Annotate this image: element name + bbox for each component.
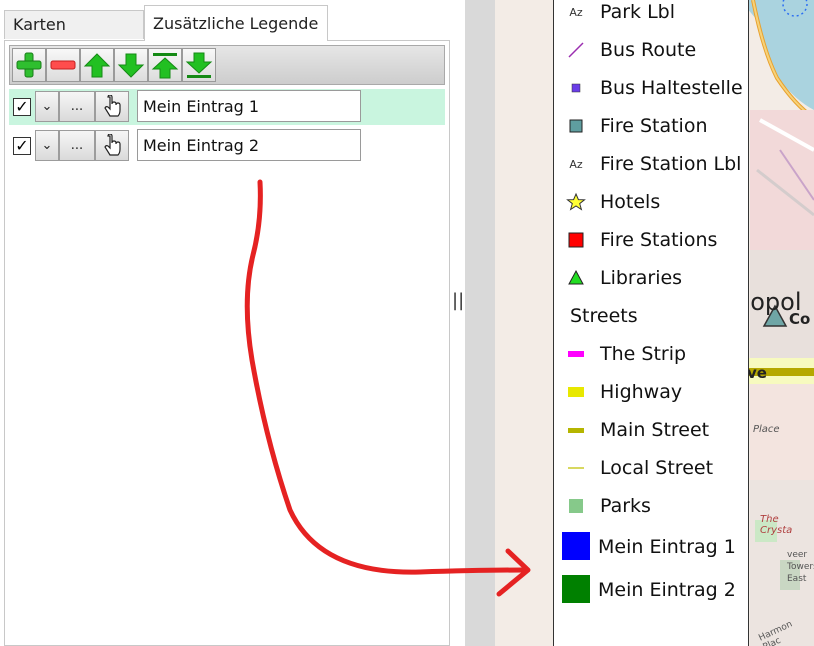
line-swatch-icon bbox=[564, 344, 588, 364]
entry-dropdown-button[interactable]: ⌄ bbox=[35, 91, 59, 122]
legend-item-label: Mein Eintrag 1 bbox=[598, 536, 736, 558]
legend-item-label: Bus Route bbox=[600, 39, 697, 61]
map-label: Towers bbox=[787, 562, 814, 572]
legend-custom-item: Mein Eintrag 2 bbox=[554, 571, 748, 609]
legend-entry-row[interactable]: ✓ ⌄ ... bbox=[9, 128, 445, 164]
legend-item: Az Fire Station Lbl bbox=[554, 145, 748, 183]
square-icon bbox=[564, 230, 588, 250]
star-icon bbox=[564, 192, 588, 212]
map-label: The Crysta bbox=[760, 514, 793, 536]
map-legend: Az Park Lbl Bus Route Bus Haltestelle Fi… bbox=[553, 0, 749, 646]
legend-item-label: Parks bbox=[600, 495, 651, 517]
line-icon bbox=[564, 40, 588, 60]
map-label: East bbox=[787, 574, 807, 584]
legend-item: Bus Route bbox=[554, 31, 748, 69]
legend-item-label: Mein Eintrag 2 bbox=[598, 579, 736, 601]
move-up-icon bbox=[83, 53, 111, 78]
visible-checkbox[interactable]: ✓ bbox=[13, 137, 31, 155]
move-bottom-button[interactable] bbox=[182, 48, 216, 82]
move-top-icon bbox=[151, 53, 179, 79]
legend-item: Fire Stations bbox=[554, 221, 748, 259]
legend-entry-row[interactable]: ✓ ⌄ ... bbox=[9, 89, 445, 125]
line-swatch-icon bbox=[564, 420, 588, 440]
square-icon bbox=[564, 78, 588, 98]
legend-item-label: Fire Stations bbox=[600, 229, 718, 251]
text-label-icon: Az bbox=[569, 5, 583, 19]
remove-button[interactable] bbox=[46, 48, 80, 82]
move-up-button[interactable] bbox=[80, 48, 114, 82]
splitter-grip-icon[interactable]: || bbox=[452, 290, 464, 311]
entry-dropdown-button[interactable]: ⌄ bbox=[35, 130, 59, 161]
legend-item: Bus Haltestelle bbox=[554, 69, 748, 107]
entry-pick-button[interactable] bbox=[95, 130, 129, 161]
legend-item-label: Local Street bbox=[600, 457, 714, 479]
legend-item-label: Fire Station Lbl bbox=[600, 153, 742, 175]
legend-item: Parks bbox=[554, 487, 748, 525]
legend-item: Az Park Lbl bbox=[554, 0, 748, 31]
toolbar bbox=[9, 45, 445, 85]
move-down-icon bbox=[117, 53, 145, 78]
legend-item: Hotels bbox=[554, 183, 748, 221]
line-swatch-icon bbox=[564, 458, 588, 478]
add-button[interactable] bbox=[12, 48, 46, 82]
legend-item: Libraries bbox=[554, 259, 748, 297]
entry-options-button[interactable]: ... bbox=[59, 91, 95, 122]
legend-item-label: Libraries bbox=[600, 267, 683, 289]
legend-item: Highway bbox=[554, 373, 748, 411]
tab-content: ✓ ⌄ ... ✓ ⌄ ... bbox=[4, 40, 450, 646]
legend-item-label: The Strip bbox=[600, 343, 687, 365]
visible-checkbox[interactable]: ✓ bbox=[13, 98, 31, 116]
move-down-button[interactable] bbox=[114, 48, 148, 82]
legend-group-header: Streets bbox=[554, 297, 748, 335]
color-swatch-icon bbox=[562, 575, 590, 603]
legend-item-label: Bus Haltestelle bbox=[600, 77, 743, 99]
tab-strip: Karten Legende Zusätzliche Legende bbox=[0, 0, 465, 62]
map-label: ve bbox=[747, 364, 767, 382]
color-swatch-icon bbox=[562, 532, 590, 560]
map-label: veer bbox=[787, 550, 808, 560]
legend-item-label: Highway bbox=[600, 381, 683, 403]
streets-header: Streets bbox=[570, 305, 638, 327]
legend-item: The Strip bbox=[554, 335, 748, 373]
entry-pick-button[interactable] bbox=[95, 91, 129, 122]
tab-zusaetzliche-legende[interactable]: Zusätzliche Legende bbox=[144, 5, 328, 41]
text-label-icon: Az bbox=[569, 157, 583, 171]
line-swatch-icon bbox=[564, 382, 588, 402]
legend-item-label: Fire Station bbox=[600, 115, 708, 137]
map-label: Co bbox=[789, 310, 811, 328]
legend-item-label: Park Lbl bbox=[600, 1, 676, 23]
legend-custom-item: Mein Eintrag 1 bbox=[554, 528, 748, 566]
fill-swatch-icon bbox=[564, 496, 588, 516]
entry-name-input[interactable] bbox=[137, 129, 361, 161]
tab-karten-legende[interactable]: Karten Legende bbox=[4, 10, 144, 62]
square-icon bbox=[564, 116, 588, 136]
panel-splitter[interactable] bbox=[465, 0, 495, 646]
legend-item: Fire Station bbox=[554, 107, 748, 145]
legend-item: Local Street bbox=[554, 449, 748, 487]
legend-item: Main Street bbox=[554, 411, 748, 449]
move-bottom-icon bbox=[185, 52, 213, 78]
entry-options-button[interactable]: ... bbox=[59, 130, 95, 161]
legend-item-label: Hotels bbox=[600, 191, 661, 213]
legend-item-label: Main Street bbox=[600, 419, 710, 441]
hand-pointer-icon bbox=[104, 133, 121, 156]
hand-pointer-icon bbox=[104, 94, 121, 117]
remove-icon bbox=[50, 60, 76, 70]
add-icon bbox=[16, 52, 42, 78]
legend-editor-panel: Karten Legende Zusätzliche Legende bbox=[0, 0, 465, 646]
triangle-icon bbox=[564, 268, 588, 288]
map-label: Place bbox=[753, 424, 780, 435]
move-top-button[interactable] bbox=[148, 48, 182, 82]
entry-name-input[interactable] bbox=[137, 90, 361, 122]
